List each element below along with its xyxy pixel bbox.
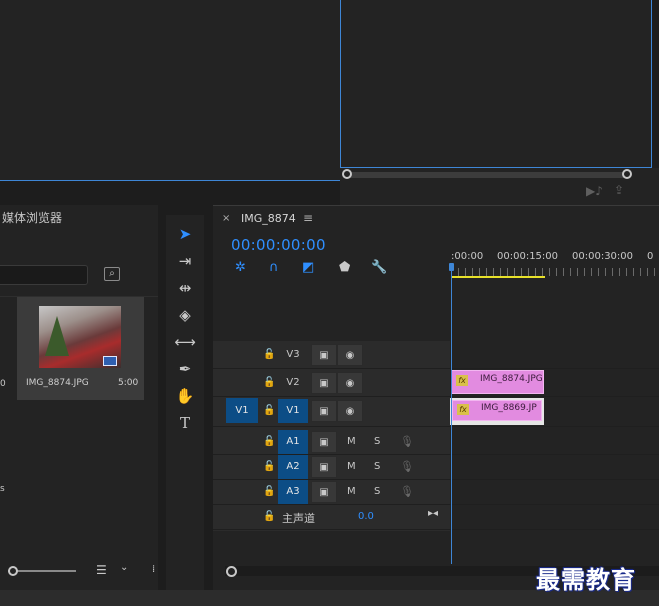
- eye-icon[interactable]: ◉: [337, 400, 363, 422]
- panel-menu-icon[interactable]: ≡: [303, 211, 313, 225]
- media-browser-title[interactable]: 媒体浏览器: [2, 209, 62, 226]
- solo-button[interactable]: S: [374, 436, 380, 447]
- ruler-label-clipped: 0: [647, 251, 654, 262]
- time-ruler[interactable]: [451, 268, 659, 276]
- clip-img-8874[interactable]: fx IMG_8874.JPG: [451, 370, 544, 394]
- snap-magnet-icon[interactable]: ∩: [269, 260, 279, 275]
- timeline-tab[interactable]: IMG_8874: [241, 212, 296, 225]
- toggle-sync-lock-icon[interactable]: ▣: [311, 344, 337, 366]
- ruler-label: 00:00:15:00: [497, 251, 559, 262]
- track-select-tool-icon[interactable]: ⇥: [172, 250, 198, 272]
- ruler-label: 00:00:30:00: [572, 251, 634, 262]
- wrench-icon[interactable]: 🔧: [371, 260, 387, 275]
- eye-icon[interactable]: ◉: [337, 344, 363, 366]
- list-icon[interactable]: ☰: [96, 563, 107, 577]
- more-icon[interactable]: ⁞: [152, 564, 155, 575]
- microphone-icon[interactable]: 🎙: [400, 460, 414, 473]
- export-frame-icon[interactable]: ⇪: [614, 183, 624, 197]
- clip-name: IMG_8869.JP: [481, 403, 537, 413]
- zoom-handle[interactable]: [226, 566, 237, 577]
- clip-img-8869[interactable]: fx IMG_8869.JP: [452, 400, 542, 421]
- eye-icon[interactable]: ◉: [337, 372, 363, 394]
- timeline-header-divider: [213, 205, 659, 206]
- track-divider: [213, 529, 659, 530]
- razor-tool-icon[interactable]: ◈: [172, 304, 198, 326]
- solo-button[interactable]: S: [374, 486, 380, 497]
- playhead-timecode[interactable]: 00:00:00:00: [231, 236, 326, 254]
- source-monitor: [0, 0, 340, 180]
- mute-button[interactable]: M: [347, 486, 356, 497]
- thumbnail-duration: 5:00: [118, 378, 139, 388]
- premiere-workspace: ▶♪ ⇪ 媒体浏览器 ⌕ 0 s IMG_8874.JPG 5:00 ☰ ⌄ ⁞…: [0, 0, 659, 606]
- toggle-sync-lock-icon[interactable]: ▣: [311, 400, 337, 422]
- type-tool-icon[interactable]: T: [172, 412, 198, 434]
- lock-icon[interactable]: 🔓: [263, 511, 275, 522]
- solo-button[interactable]: S: [374, 461, 380, 472]
- thumbnail-filename: IMG_8874.JPG: [26, 378, 89, 388]
- program-monitor-viewport: [340, 0, 652, 168]
- track-a3-label[interactable]: A3: [278, 480, 308, 504]
- ripple-edit-tool-icon[interactable]: ⇹: [172, 277, 198, 299]
- film-badge-icon: [103, 356, 117, 366]
- program-zoom-scrollbar[interactable]: [346, 172, 628, 178]
- fx-badge-icon: fx: [457, 404, 469, 415]
- lock-icon[interactable]: 🔓: [263, 461, 275, 472]
- lock-icon[interactable]: 🔓: [263, 436, 275, 447]
- watermark-logo: 最需教育: [536, 565, 636, 594]
- track-a1-label[interactable]: A1: [278, 430, 308, 454]
- lock-icon[interactable]: 🔓: [263, 349, 275, 360]
- playhead-line[interactable]: [451, 264, 452, 564]
- toggle-sync-lock-icon[interactable]: ▣: [311, 456, 337, 478]
- linked-selection-icon[interactable]: ◩: [302, 260, 314, 275]
- media-search-input[interactable]: [0, 265, 88, 285]
- toggle-sync-lock-icon[interactable]: ▣: [311, 431, 337, 453]
- microphone-icon[interactable]: 🎙: [400, 435, 414, 448]
- toggle-sync-lock-icon[interactable]: ▣: [311, 372, 337, 394]
- playhead-handle[interactable]: [449, 263, 454, 271]
- christmas-tree-image: [45, 316, 69, 356]
- clip-name: IMG_8874.JPG: [480, 374, 543, 384]
- master-volume-value[interactable]: 0.0: [358, 511, 374, 522]
- track-divider: [213, 368, 659, 369]
- close-icon[interactable]: ×: [222, 213, 230, 224]
- mute-button[interactable]: M: [347, 461, 356, 472]
- insert-icon[interactable]: ▶♪: [586, 184, 603, 198]
- clipped-item-fragment: 0: [0, 379, 6, 389]
- clipped-item-fragment: s: [0, 484, 5, 494]
- track-divider: [213, 504, 659, 505]
- toggle-sync-lock-icon[interactable]: ▣: [311, 481, 337, 503]
- mute-button[interactable]: M: [347, 436, 356, 447]
- track-a2-label[interactable]: A2: [278, 455, 308, 479]
- chevron-down-icon[interactable]: ⌄: [120, 562, 128, 573]
- lock-icon[interactable]: 🔓: [263, 377, 275, 388]
- thumbnail-size-slider[interactable]: [8, 570, 76, 572]
- master-track-label: 主声道: [282, 512, 315, 525]
- fx-badge-icon: fx: [456, 375, 468, 386]
- zoom-handle-left[interactable]: [342, 169, 352, 179]
- source-patch-v1[interactable]: V1: [226, 398, 258, 423]
- media-thumbnail-image[interactable]: [39, 306, 121, 368]
- track-v2-label[interactable]: V2: [278, 371, 308, 395]
- selection-tool-icon[interactable]: ➤: [172, 223, 198, 245]
- go-to-in-out-icon[interactable]: ▸◂: [428, 508, 438, 519]
- add-marker-icon[interactable]: ⬟: [339, 260, 350, 275]
- hand-tool-icon[interactable]: ✋: [172, 385, 198, 407]
- lock-icon[interactable]: 🔓: [263, 486, 275, 497]
- track-v1-label[interactable]: V1: [278, 399, 308, 423]
- slip-tool-icon[interactable]: ⟷: [172, 331, 198, 353]
- search-icon[interactable]: ⌕: [104, 267, 120, 281]
- pen-tool-icon[interactable]: ✒: [172, 358, 198, 380]
- track-divider: [213, 426, 659, 427]
- slider-knob[interactable]: [8, 566, 18, 576]
- ruler-label: :00:00: [451, 251, 484, 262]
- work-area-bar[interactable]: [452, 276, 545, 278]
- zoom-handle-right[interactable]: [622, 169, 632, 179]
- track-divider: [213, 396, 659, 397]
- nest-sequence-icon[interactable]: ✲: [235, 260, 246, 275]
- lock-icon[interactable]: 🔓: [263, 405, 275, 416]
- track-v3-label[interactable]: V3: [278, 343, 308, 367]
- source-monitor-border: [0, 180, 341, 181]
- microphone-icon[interactable]: 🎙: [400, 485, 414, 498]
